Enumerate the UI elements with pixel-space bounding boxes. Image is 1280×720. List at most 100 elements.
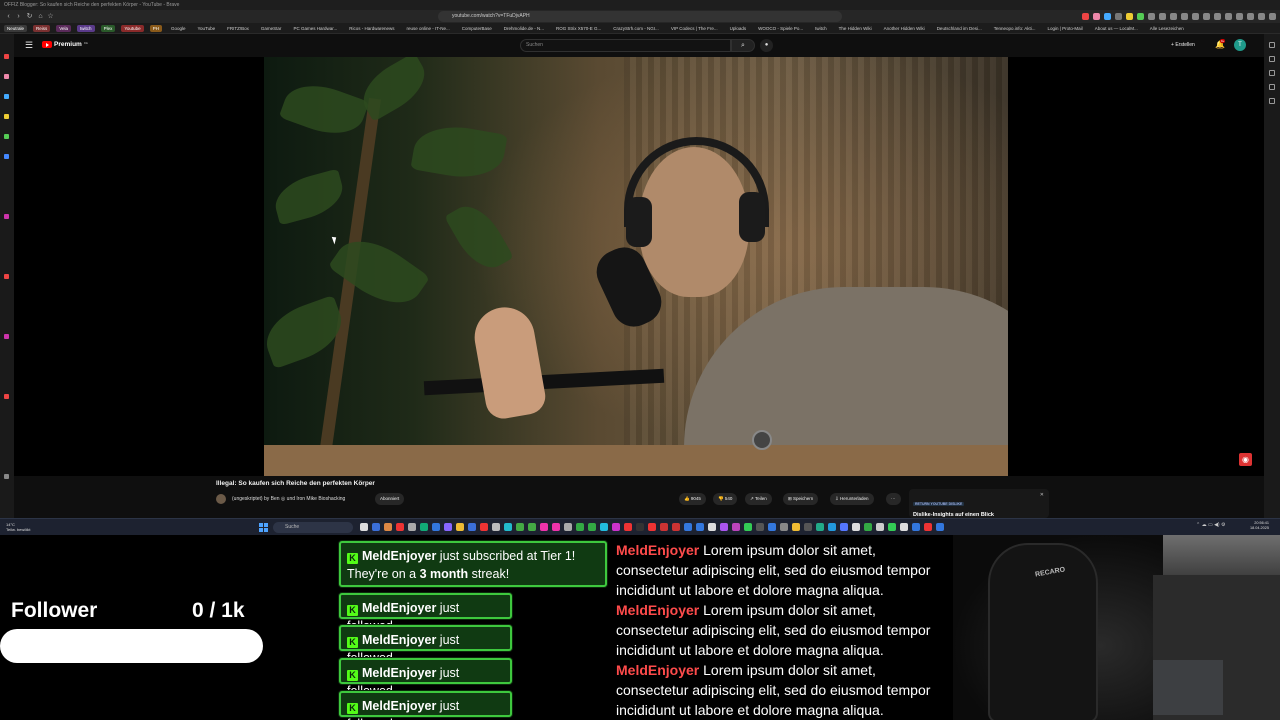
taskbar-app-icon[interactable] — [780, 523, 788, 531]
bookmark-item[interactable]: Deutschland im Desi... — [934, 25, 985, 32]
taskbar-app-icon[interactable] — [480, 523, 488, 531]
taskbar-app-icon[interactable] — [564, 523, 572, 531]
taskbar-app-icon[interactable] — [540, 523, 548, 531]
extension-icon[interactable] — [1181, 13, 1188, 20]
bookmark-item[interactable]: Ricos - Hardwarenews — [346, 25, 397, 32]
taskbar-app-icon[interactable] — [372, 523, 380, 531]
taskbar-app-icon[interactable] — [732, 523, 740, 531]
extension-icon[interactable] — [1082, 13, 1089, 20]
bookmark-item[interactable]: Tenneopo.info: Akti... — [991, 25, 1039, 32]
taskbar-app-icon[interactable] — [408, 523, 416, 531]
taskbar-app-icon[interactable] — [456, 523, 464, 531]
taskbar-app-icon[interactable] — [828, 523, 836, 531]
settings-icon[interactable] — [4, 474, 9, 479]
sidebar-panel-icon[interactable] — [1269, 42, 1275, 48]
taskbar-app-icon[interactable] — [516, 523, 524, 531]
bookmark-item[interactable]: ROG Strix X570-E G... — [553, 25, 604, 32]
taskbar-app-icon[interactable] — [756, 523, 764, 531]
sidebar-panel-icon[interactable] — [1269, 70, 1275, 76]
taskbar-app-icon[interactable] — [552, 523, 560, 531]
hamburger-menu-icon[interactable]: ☰ — [25, 41, 33, 50]
bookmark-item[interactable]: YouTube — [194, 25, 218, 32]
extension-icon[interactable] — [1258, 13, 1265, 20]
like-button[interactable]: 👍 9045 — [679, 493, 706, 505]
taskbar-app-icon[interactable] — [612, 523, 620, 531]
sidebar-icon[interactable] — [4, 94, 9, 99]
taskbar-app-icon[interactable] — [444, 523, 452, 531]
extension-icon[interactable] — [1214, 13, 1221, 20]
extension-overlay-icon[interactable]: ◉ — [1239, 453, 1252, 466]
bookmark-item[interactable]: Google — [168, 25, 189, 32]
bookmark-item[interactable]: Plex — [100, 24, 116, 32]
bookmark-item[interactable]: PH — [149, 24, 162, 32]
bookmark-item[interactable]: GameStar — [258, 25, 285, 32]
home-icon[interactable]: ⌂ — [36, 12, 45, 21]
reload-icon[interactable]: ↻ — [25, 12, 34, 21]
extension-icon[interactable] — [1159, 13, 1166, 20]
bookmark-item[interactable]: twitch — [77, 24, 95, 32]
subscribe-button[interactable]: Abonniert — [375, 493, 405, 505]
search-input[interactable]: Suchen — [520, 39, 731, 52]
taskbar-app-icon[interactable] — [744, 523, 752, 531]
sidebar-icon[interactable] — [4, 74, 9, 79]
task-view-icon[interactable] — [360, 523, 368, 531]
bookmark-item[interactable]: Vela — [56, 24, 72, 32]
taskbar-app-icon[interactable] — [768, 523, 776, 531]
windows-start-icon[interactable] — [259, 523, 268, 532]
taskbar-app-icon[interactable] — [816, 523, 824, 531]
taskbar-app-icon[interactable] — [624, 523, 632, 531]
extension-icon[interactable] — [1093, 13, 1100, 20]
extension-icon[interactable] — [1126, 13, 1133, 20]
sidebar-icon[interactable] — [4, 334, 9, 339]
taskbar-app-icon[interactable] — [504, 523, 512, 531]
sidebar-panel-icon[interactable] — [1269, 56, 1275, 62]
taskbar-app-icon[interactable] — [588, 523, 596, 531]
taskbar-app-icon[interactable] — [888, 523, 896, 531]
taskbar-app-icon[interactable] — [396, 523, 404, 531]
sidebar-panel-icon[interactable] — [1269, 98, 1275, 104]
extension-icon[interactable] — [1170, 13, 1177, 20]
microphone-icon[interactable]: ● — [760, 39, 773, 52]
bookmark-item[interactable]: Another Hidden Wiki — [881, 25, 928, 32]
taskbar-app-icon[interactable] — [792, 523, 800, 531]
bookmark-item[interactable]: Youtube — [121, 24, 144, 32]
sidebar-panel-icon[interactable] — [1269, 84, 1275, 90]
download-button[interactable]: ⇩ Herunterladen — [830, 493, 874, 505]
video-player[interactable] — [264, 57, 1008, 476]
bookmark-item[interactable]: ComputerBase — [459, 25, 495, 32]
dislike-button[interactable]: 👎 540 — [713, 493, 738, 505]
bookmark-item[interactable]: FRITZ!Box — [224, 25, 252, 32]
bookmark-item[interactable]: Drehmolide.de - N... — [501, 25, 547, 32]
close-icon[interactable]: ✕ — [1040, 492, 1044, 498]
channel-avatar[interactable] — [216, 494, 226, 504]
create-button[interactable]: + Erstellen — [1171, 41, 1195, 50]
bookmark-item[interactable]: Uploads — [727, 25, 750, 32]
taskbar-app-icon[interactable] — [708, 523, 716, 531]
bookmark-item[interactable]: Neutrale — [4, 24, 28, 32]
forward-icon[interactable]: › — [14, 12, 23, 21]
sidebar-icon[interactable] — [4, 114, 9, 119]
bookmark-item[interactable]: twitch — [812, 25, 830, 32]
taskbar-app-icon[interactable] — [672, 523, 680, 531]
extension-icon[interactable] — [1148, 13, 1155, 20]
taskbar-app-icon[interactable] — [924, 523, 932, 531]
bookmark-item[interactable]: WOOCO - Spiele Po... — [755, 25, 806, 32]
extension-icon[interactable] — [1203, 13, 1210, 20]
sidebar-icon[interactable] — [4, 154, 9, 159]
weather-widget[interactable]: 14°C Teilw. bewölkt — [6, 522, 30, 532]
extension-icon[interactable] — [1247, 13, 1254, 20]
extension-icon[interactable] — [1225, 13, 1232, 20]
bookmark-icon[interactable]: ☆ — [46, 12, 55, 21]
bookmark-item[interactable]: PC Games Hardwar... — [290, 25, 340, 32]
taskbar-app-icon[interactable] — [936, 523, 944, 531]
sidebar-icon[interactable] — [4, 134, 9, 139]
extension-icon[interactable] — [1192, 13, 1199, 20]
taskbar-app-icon[interactable] — [804, 523, 812, 531]
bookmark-item[interactable]: reuse online - IT-Ne... — [403, 25, 452, 32]
channel-name[interactable]: (ungeskriptet) by Ben ◎ und Iron Mike Bi… — [232, 496, 345, 502]
taskbar-app-icon[interactable] — [648, 523, 656, 531]
extension-icon[interactable] — [1236, 13, 1243, 20]
taskbar-clock[interactable]: 20:56:41 18.04.2025 — [1250, 521, 1269, 531]
youtube-logo[interactable]: Premium DE — [42, 41, 88, 48]
taskbar-search-input[interactable]: Suche — [273, 522, 353, 533]
